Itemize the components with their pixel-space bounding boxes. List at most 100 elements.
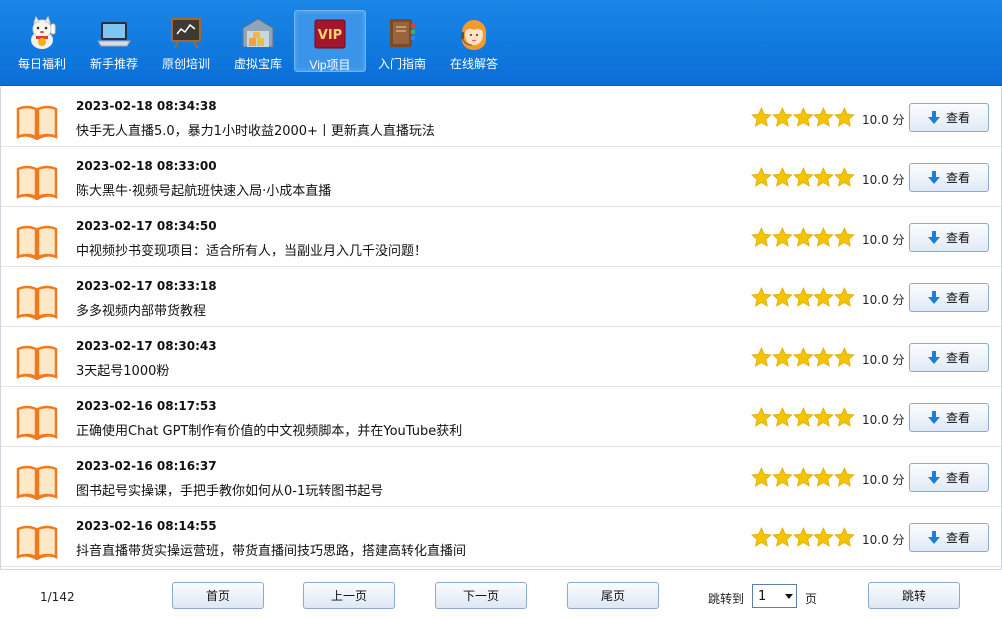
- nav-item-newbie-recommend[interactable]: 新手推荐: [78, 10, 150, 72]
- star-icon: [792, 287, 814, 307]
- view-button-label: 查看: [945, 231, 970, 245]
- last-page-button[interactable]: 尾页: [567, 582, 659, 609]
- open-book-icon: [16, 104, 58, 141]
- view-button[interactable]: 查看: [909, 283, 989, 312]
- view-button[interactable]: 查看: [909, 343, 989, 372]
- nav-item-daily-welfare[interactable]: 每日福利: [6, 10, 78, 72]
- item-date: 2023-02-18 08:34:38: [76, 99, 217, 113]
- vip-badge-text: VIP: [318, 28, 342, 43]
- star-icon: [792, 527, 814, 547]
- star-icon: [834, 107, 855, 127]
- view-button[interactable]: 查看: [909, 103, 989, 132]
- star-icon: [771, 527, 793, 547]
- item-date: 2023-02-16 08:16:37: [76, 459, 217, 473]
- prev-page-button[interactable]: 上一页: [303, 582, 395, 609]
- pager-bar: 1/142 首页 上一页 下一页 尾页 跳转到 1 页 跳转: [0, 569, 1002, 619]
- books-icon: [385, 16, 419, 50]
- download-arrow-icon: [927, 470, 940, 484]
- download-arrow-icon: [927, 410, 940, 424]
- rating-stars: [751, 107, 855, 129]
- view-button-label: 查看: [945, 471, 970, 485]
- first-page-button[interactable]: 首页: [172, 582, 264, 609]
- nav-label: 入门指南: [377, 57, 426, 71]
- star-icon: [771, 347, 793, 367]
- nav-item-original-training[interactable]: 原创培训: [150, 10, 222, 72]
- item-title: 陈大黑牛·视频号起航班快速入局·小成本直播: [76, 184, 332, 199]
- download-arrow-icon: [927, 170, 940, 184]
- download-arrow-icon: [927, 110, 940, 124]
- item-score: 10.0 分: [862, 413, 905, 427]
- star-icon: [771, 107, 793, 127]
- top-nav-bar: 每日福利 新手推荐 原创培训 虚拟宝库 VIP Vip项目 入门指南 在线解答: [0, 0, 1002, 86]
- view-button-label: 查看: [945, 291, 970, 305]
- list-item: 2023-02-16 08:16:37 图书起号实操课，手把手教你如何从0-1玩转…: [1, 447, 1001, 507]
- rating-stars: [751, 467, 855, 489]
- list-item: 2023-02-17 08:34:50 中视频抄书变现项目：适合所有人，当副业月入…: [1, 207, 1001, 267]
- list-item: 2023-02-17 08:30:43 3天起号1000粉 10.0 分 查看: [1, 327, 1001, 387]
- item-score: 10.0 分: [862, 473, 905, 487]
- rating-stars: [751, 227, 855, 249]
- view-button[interactable]: 查看: [909, 223, 989, 252]
- open-book-icon: [16, 404, 58, 441]
- nav-item-getting-started[interactable]: 入门指南: [366, 10, 438, 72]
- star-icon: [813, 527, 835, 547]
- star-icon: [834, 167, 855, 187]
- item-date: 2023-02-18 08:33:00: [76, 159, 217, 173]
- star-icon: [813, 107, 835, 127]
- star-icon: [813, 407, 835, 427]
- star-icon: [792, 167, 814, 187]
- view-button[interactable]: 查看: [909, 163, 989, 192]
- view-button[interactable]: 查看: [909, 463, 989, 492]
- star-icon: [834, 287, 855, 307]
- list-item: 2023-02-18 08:33:00 陈大黑牛·视频号起航班快速入局·小成本直播…: [1, 147, 1001, 207]
- list-item: 2023-02-17 08:33:18 多多视频内部带货教程 10.0 分 查看: [1, 267, 1001, 327]
- star-icon: [813, 287, 835, 307]
- item-title: 抖音直播带货实操运营班，带货直播间技巧思路，搭建高转化直播间: [76, 544, 467, 559]
- item-date: 2023-02-17 08:30:43: [76, 339, 217, 353]
- star-icon: [792, 407, 814, 427]
- star-icon: [834, 527, 855, 547]
- item-title: 正确使用Chat GPT制作有价值的中文视频脚本，并在YouTube获利: [76, 424, 463, 439]
- nav-label: 虚拟宝库: [233, 57, 282, 71]
- rating-stars: [751, 347, 855, 369]
- jump-label: 跳转到: [708, 592, 745, 606]
- item-score: 10.0 分: [862, 353, 905, 367]
- item-score: 10.0 分: [862, 113, 905, 127]
- star-icon: [813, 227, 835, 247]
- star-icon: [834, 467, 855, 487]
- star-icon: [834, 227, 855, 247]
- next-page-button[interactable]: 下一页: [435, 582, 527, 609]
- star-icon: [771, 167, 793, 187]
- project-list: 2023-02-18 08:34:38 快手无人直播5.0，暴力1小时收益2000…: [0, 87, 1002, 569]
- star-icon: [813, 347, 835, 367]
- download-arrow-icon: [927, 350, 940, 364]
- star-icon: [834, 407, 855, 427]
- jump-button[interactable]: 跳转: [868, 582, 960, 609]
- item-score: 10.0 分: [862, 533, 905, 547]
- item-title: 快手无人直播5.0，暴力1小时收益2000+丨更新真人直播玩法: [76, 124, 435, 139]
- star-icon: [813, 467, 835, 487]
- nav-label: Vip项目: [309, 58, 351, 72]
- item-score: 10.0 分: [862, 293, 905, 307]
- list-item: 2023-02-16 08:14:55 抖音直播带货实操运营班，带货直播间技巧思路…: [1, 507, 1001, 567]
- view-button[interactable]: 查看: [909, 403, 989, 432]
- star-icon: [771, 287, 793, 307]
- nav-item-vip-projects[interactable]: VIP Vip项目: [294, 10, 366, 72]
- item-title: 中视频抄书变现项目：适合所有人，当副业月入几千没问题！: [76, 244, 428, 259]
- star-icon: [792, 347, 814, 367]
- star-icon: [792, 107, 814, 127]
- download-arrow-icon: [927, 230, 940, 244]
- rating-stars: [751, 407, 855, 429]
- nav-item-online-answers[interactable]: 在线解答: [438, 10, 510, 72]
- open-book-icon: [16, 164, 58, 201]
- open-book-icon: [16, 224, 58, 261]
- support-agent-icon: [457, 16, 491, 50]
- open-book-icon: [16, 344, 58, 381]
- lucky-cat-icon: [25, 16, 59, 50]
- jump-page-select[interactable]: 1: [752, 584, 797, 608]
- star-icon: [751, 527, 772, 547]
- star-icon: [813, 167, 835, 187]
- nav-label: 新手推荐: [89, 57, 138, 71]
- view-button[interactable]: 查看: [909, 523, 989, 552]
- nav-item-virtual-vault[interactable]: 虚拟宝库: [222, 10, 294, 72]
